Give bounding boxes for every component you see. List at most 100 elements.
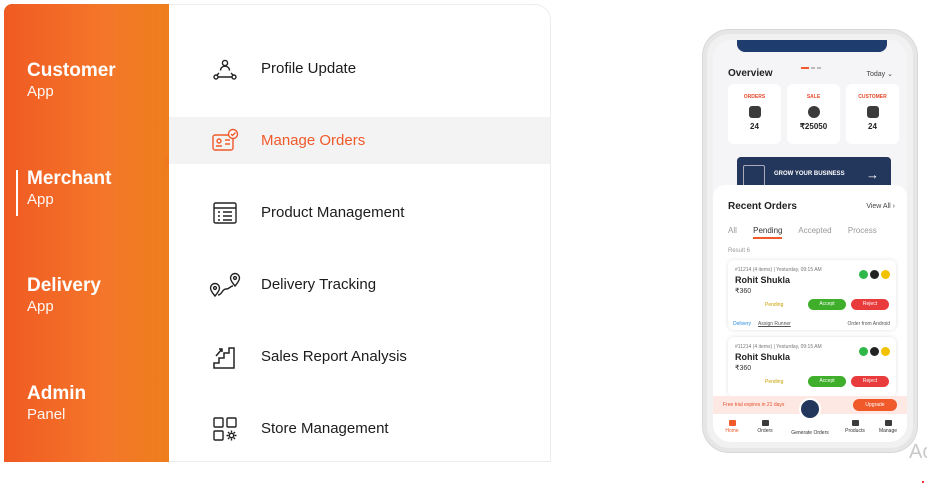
stat-card-orders[interactable]: ORDERS 24 — [728, 84, 781, 144]
menu-item-label: Profile Update — [261, 60, 357, 77]
reject-button[interactable]: Reject — [851, 376, 889, 387]
list-icon — [761, 420, 769, 426]
whatsapp-icon[interactable] — [859, 347, 868, 356]
generate-orders-fab[interactable] — [799, 398, 821, 420]
accept-button[interactable]: Accept — [808, 299, 846, 310]
stairs-growth-icon — [209, 341, 241, 373]
grow-business-label: GROW YOUR BUSINESS — [774, 171, 845, 177]
promo-banner — [737, 40, 887, 52]
order-footer: Delivery Assign Runner Order from Androi… — [728, 318, 896, 330]
menu-item-label: Store Management — [261, 420, 389, 437]
switcher-item-title: Customer — [27, 60, 116, 81]
arrow-right-icon: → — [866, 167, 879, 182]
status-badge: Pending — [765, 379, 784, 385]
stat-label: SALE — [806, 94, 821, 100]
customer-name: Rohit Shukla — [735, 352, 791, 362]
menu-item-sales-report[interactable]: Sales Report Analysis — [169, 333, 550, 380]
order-amount: ₹360 — [735, 365, 752, 372]
whatsapp-icon[interactable] — [859, 270, 868, 279]
switcher-item-customer[interactable]: Customer App — [27, 60, 116, 102]
menu-item-manage-orders[interactable]: Manage Orders — [169, 117, 550, 164]
menu-item-label: Sales Report Analysis — [261, 348, 407, 365]
delivery-tag: Delivery — [733, 321, 752, 327]
home-icon — [728, 420, 736, 426]
message-icon[interactable] — [881, 270, 890, 279]
trial-text: Free trial expires in 21 days — [723, 402, 785, 408]
recent-orders-title: Recent Orders — [728, 201, 797, 212]
switcher-item-title: Delivery — [27, 275, 101, 296]
chevron-down-icon: ⌄ — [887, 71, 893, 78]
page: Customer App Merchant App Delivery App A… — [0, 0, 927, 484]
orders-icon — [748, 106, 761, 118]
manage-icon — [884, 420, 892, 426]
stat-value: 24 — [750, 122, 759, 131]
overview-title: Overview — [728, 68, 773, 79]
stat-label: ORDERS — [743, 94, 766, 100]
switcher-item-subtitle: App — [27, 191, 54, 208]
app-switcher: Customer App Merchant App Delivery App A… — [4, 4, 169, 462]
switcher-item-title: Admin — [27, 383, 87, 404]
tab-accepted[interactable]: Accepted — [798, 226, 831, 235]
accept-button[interactable]: Accept — [808, 376, 846, 387]
view-all-label: View All — [866, 203, 891, 210]
stat-value: 24 — [868, 122, 877, 131]
nav-label: Orders — [757, 428, 773, 434]
tab-pending[interactable]: Pending — [753, 226, 783, 239]
menu-item-store-management[interactable]: Store Management — [169, 405, 550, 452]
order-meta: #11214 (4 items) | Yesturday, 09:15 AM — [735, 267, 822, 273]
phone-mockup: Overview Today ⌄ ORDERS 24 SALE ₹25050 C… — [703, 30, 917, 452]
menu-item-delivery-tracking[interactable]: Delivery Tracking — [169, 261, 550, 308]
stat-label: CUSTOMER — [858, 94, 887, 100]
view-all-link[interactable]: View All › — [866, 203, 895, 210]
menu-item-product-management[interactable]: Product Management — [169, 189, 550, 236]
menu-item-label: Product Management — [261, 204, 405, 221]
route-pin-icon — [209, 269, 241, 301]
switcher-item-delivery[interactable]: Delivery App — [27, 275, 101, 317]
nav-label: Home — [725, 428, 739, 434]
customer-name: Rohit Shukla — [735, 275, 791, 285]
stat-value: ₹25050 — [799, 122, 828, 131]
nav-manage[interactable]: Manage — [873, 420, 903, 434]
contact-actions — [857, 266, 890, 284]
stat-card-sale[interactable]: SALE ₹25050 — [787, 84, 840, 144]
phone-screen: Overview Today ⌄ ORDERS 24 SALE ₹25050 C… — [713, 40, 907, 442]
phone-icon[interactable] — [870, 347, 879, 356]
order-card[interactable]: #11214 (4 items) | Yesturday, 09:15 AM R… — [728, 260, 896, 330]
nav-home[interactable]: Home — [717, 420, 747, 434]
order-tabs: All Pending Accepted Process — [728, 226, 891, 239]
switcher-item-merchant[interactable]: Merchant App — [15, 168, 111, 216]
today-dropdown[interactable]: Today ⌄ — [866, 70, 893, 78]
menu-item-label: Delivery Tracking — [261, 276, 377, 293]
today-label: Today — [866, 71, 886, 78]
menu-item-label: Manage Orders — [261, 132, 366, 149]
sale-icon — [807, 106, 820, 118]
profile-network-icon — [209, 53, 241, 85]
stat-card-customer[interactable]: CUSTOMER 24 — [846, 84, 899, 144]
generate-orders-label: Generate Orders — [791, 430, 829, 436]
tab-process[interactable]: Process — [848, 226, 877, 235]
menu-item-profile-update[interactable]: Profile Update — [169, 45, 550, 92]
tab-all[interactable]: All — [728, 226, 737, 235]
upgrade-button[interactable]: Upgrade — [853, 399, 897, 411]
switcher-item-subtitle: App — [27, 298, 54, 315]
reject-button[interactable]: Reject — [851, 299, 889, 310]
phone-icon[interactable] — [870, 270, 879, 279]
order-source: Order from Android — [847, 321, 890, 327]
switcher-item-subtitle: App — [27, 83, 54, 100]
assign-runner-link[interactable]: Assign Runner — [758, 321, 791, 327]
edge-text: Ac — [909, 441, 927, 463]
carousel-dots — [801, 56, 825, 87]
order-card[interactable]: #11214 (4 items) | Yesturday, 09:15 AM R… — [728, 337, 896, 397]
nav-products[interactable]: Products — [840, 420, 870, 434]
list-document-icon — [209, 197, 241, 229]
switcher-item-admin[interactable]: Admin Panel — [27, 383, 86, 425]
nav-label: Manage — [878, 428, 898, 434]
message-icon[interactable] — [881, 347, 890, 356]
result-count: Result 6 — [728, 248, 751, 254]
customers-icon — [866, 106, 879, 118]
nav-orders[interactable]: Orders — [750, 420, 780, 434]
feature-menu: Profile Update Manage Orders Product Man… — [169, 4, 551, 462]
recent-orders-sheet: Recent Orders View All › All Pending Acc… — [713, 185, 907, 442]
switcher-item-subtitle: Panel — [27, 406, 66, 423]
id-card-check-icon — [209, 125, 241, 157]
